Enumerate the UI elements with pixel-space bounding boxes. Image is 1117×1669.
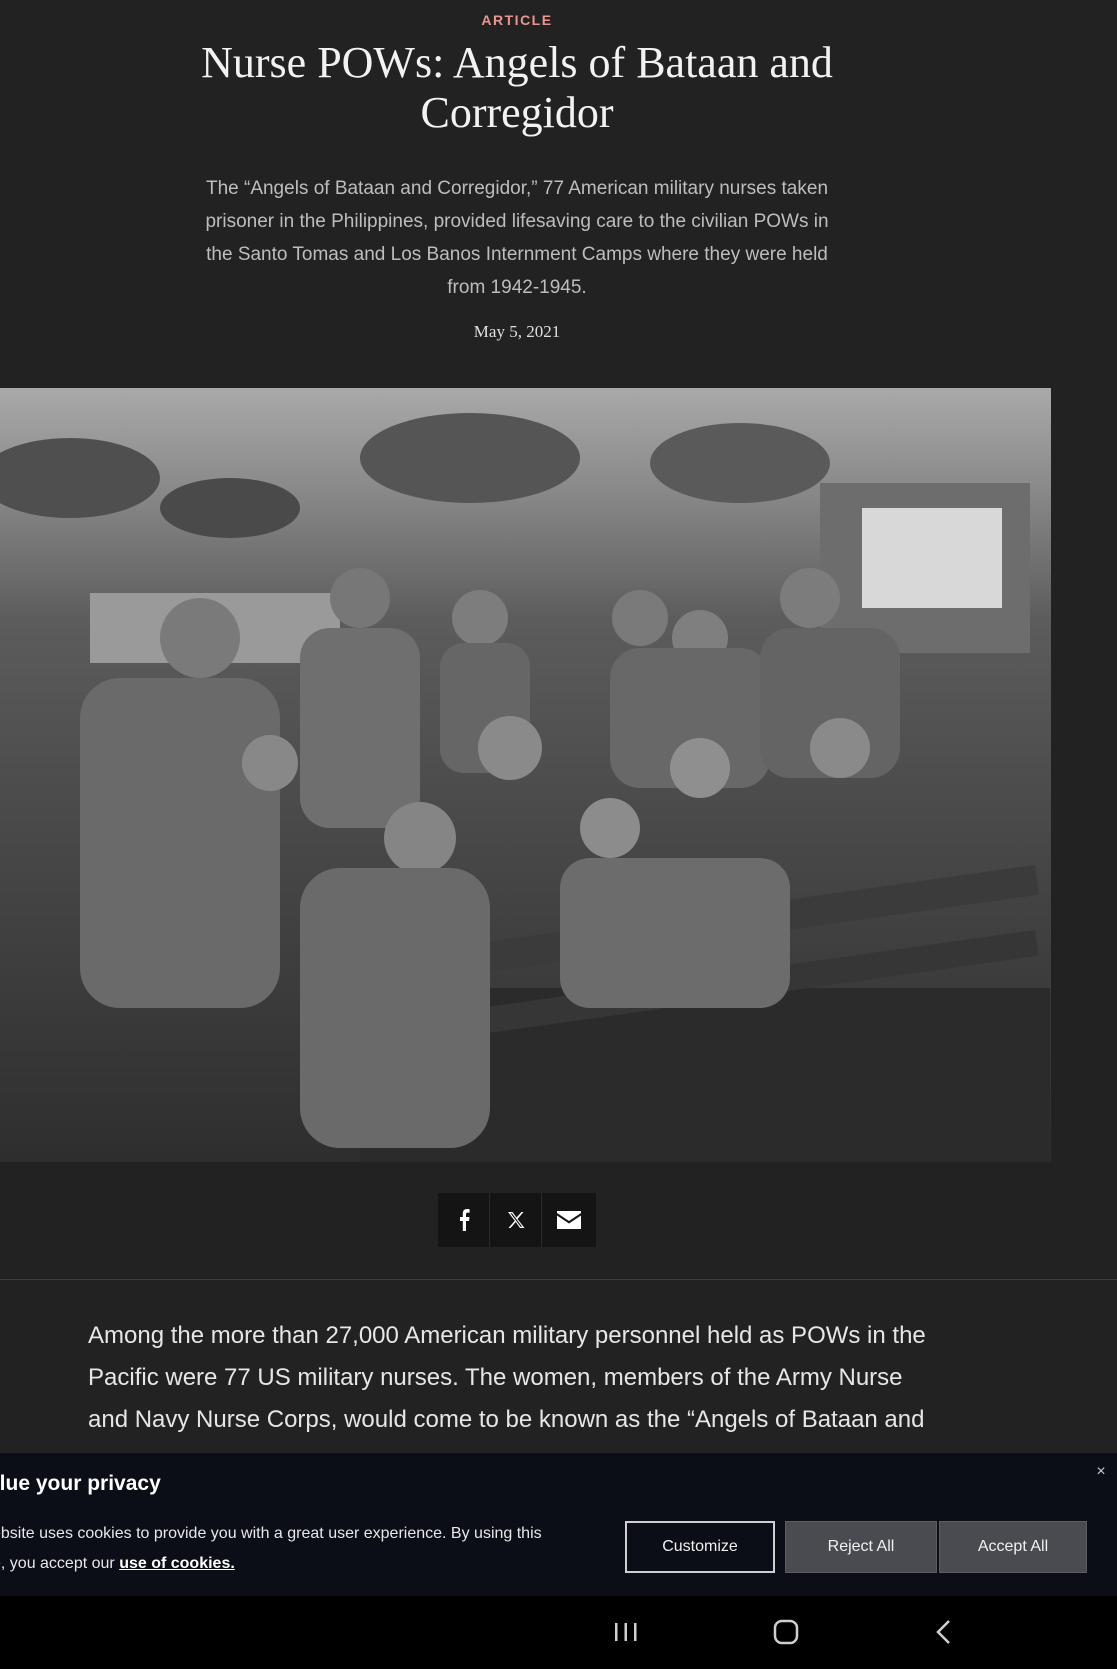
back-glyph xyxy=(936,1620,950,1644)
facebook-icon xyxy=(459,1209,470,1231)
article-date: May 5, 2021 xyxy=(473,322,561,341)
section-divider xyxy=(0,1279,1117,1280)
android-nav-bar xyxy=(0,1596,1117,1669)
accept-all-button[interactable]: Accept All xyxy=(939,1521,1087,1573)
close-icon[interactable]: × xyxy=(1090,1461,1112,1483)
x-icon xyxy=(507,1212,524,1228)
cookie-message-line1: ebsite uses cookies to provide you with … xyxy=(0,1525,542,1542)
recent-apps-glyph xyxy=(615,1623,637,1641)
article-eyebrow: ARTICLE xyxy=(481,12,553,28)
article-summary: The “Angels of Bataan and Corregidor,” 7… xyxy=(205,178,829,298)
share-bar xyxy=(438,1193,596,1247)
article-body: Among the more than 27,000 American mili… xyxy=(88,1322,926,1433)
facebook-share-button[interactable] xyxy=(438,1193,490,1247)
article-title: Nurse POWs: Angels of Bataan and Corregi… xyxy=(201,38,833,137)
email-share-button[interactable] xyxy=(542,1193,596,1247)
x-share-button[interactable] xyxy=(490,1193,542,1247)
home-glyph xyxy=(773,1619,799,1645)
hero-photo xyxy=(0,388,1051,1162)
cookie-policy-link[interactable]: use of cookies. xyxy=(119,1555,235,1572)
home-icon[interactable] xyxy=(770,1616,802,1648)
cookie-message-line2: e, you accept our xyxy=(0,1555,120,1572)
hero-photo-graphic xyxy=(0,413,1050,1162)
email-icon xyxy=(557,1211,581,1229)
customize-button[interactable]: Customize xyxy=(625,1521,775,1573)
recent-apps-icon[interactable] xyxy=(610,1616,642,1648)
reject-all-button[interactable]: Reject All xyxy=(785,1521,937,1573)
cookie-banner: alue your privacy ebsite uses cookies to… xyxy=(0,1453,1117,1596)
cookie-message: ebsite uses cookies to provide you with … xyxy=(0,1519,582,1579)
cookie-title: alue your privacy xyxy=(0,1472,161,1495)
back-icon[interactable] xyxy=(928,1616,960,1648)
